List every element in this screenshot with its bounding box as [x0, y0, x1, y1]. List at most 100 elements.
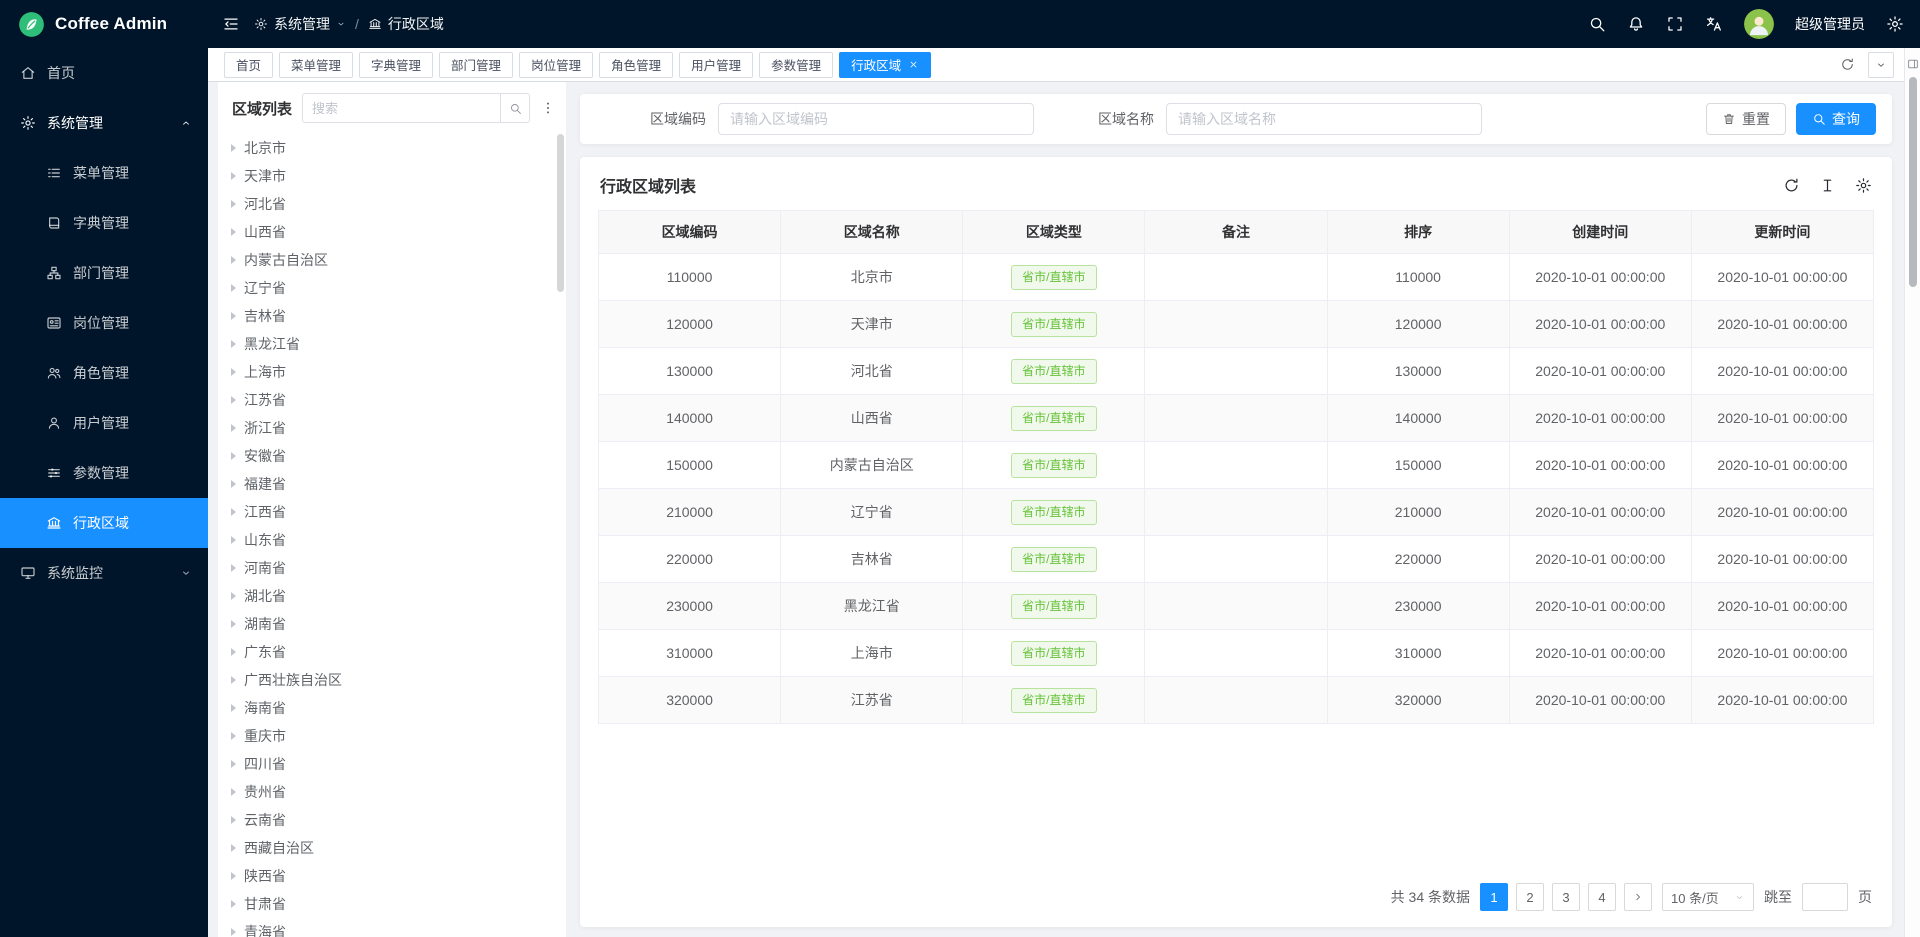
tree-node-0[interactable]: 北京市	[218, 134, 566, 162]
settings-gear-icon[interactable]	[1886, 15, 1904, 33]
sidebar-item-2[interactable]: 系统监控	[0, 548, 208, 598]
sidebar-item-1[interactable]: 系统管理	[0, 98, 208, 148]
tab-actions-dropdown[interactable]	[1868, 52, 1894, 78]
tree-node-28[interactable]: 青海省	[218, 918, 566, 937]
sidebar-item-label: 参数管理	[73, 463, 129, 483]
username[interactable]: 超级管理员	[1795, 14, 1865, 34]
region-code-input[interactable]	[718, 103, 1034, 135]
tree-node-16[interactable]: 湖北省	[218, 582, 566, 610]
page-button-2[interactable]: 2	[1516, 883, 1544, 911]
sidebar-subitem-1-7[interactable]: 行政区域	[0, 498, 208, 548]
tree-node-23[interactable]: 贵州省	[218, 778, 566, 806]
region-name-input[interactable]	[1166, 103, 1482, 135]
tree-node-9[interactable]: 江苏省	[218, 386, 566, 414]
breadcrumb: 系统管理 / 行政区域	[254, 14, 444, 34]
cell-created-at: 2020-10-01 00:00:00	[1509, 442, 1691, 489]
tree-node-20[interactable]: 海南省	[218, 694, 566, 722]
tree-node-4[interactable]: 内蒙古自治区	[218, 246, 566, 274]
tree-node-label: 湖北省	[244, 586, 286, 606]
dots-vertical-icon[interactable]	[540, 100, 556, 116]
tree-node-label: 河北省	[244, 194, 286, 214]
tree-node-8[interactable]: 上海市	[218, 358, 566, 386]
tree-node-26[interactable]: 陕西省	[218, 862, 566, 890]
cell-code: 130000	[599, 348, 781, 395]
cell-name: 北京市	[781, 254, 963, 301]
region-tree-panel: 区域列表 北京市 天津市	[218, 82, 566, 937]
work-area: 区域编码 区域名称 重置 查询	[580, 82, 1904, 937]
tree-node-2[interactable]: 河北省	[218, 190, 566, 218]
page-button-1[interactable]: 1	[1480, 883, 1508, 911]
fullscreen-icon[interactable]	[1666, 15, 1684, 33]
translate-icon[interactable]	[1705, 15, 1723, 33]
next-page-button[interactable]	[1624, 883, 1652, 911]
tree-node-13[interactable]: 江西省	[218, 498, 566, 526]
avatar[interactable]	[1744, 9, 1774, 39]
tab-2[interactable]: 字典管理	[359, 52, 433, 78]
tree-node-5[interactable]: 辽宁省	[218, 274, 566, 302]
density-icon[interactable]	[1819, 177, 1836, 194]
tree-search-button[interactable]	[500, 94, 529, 122]
sidebar-subitem-1-6[interactable]: 参数管理	[0, 448, 208, 498]
tree-node-7[interactable]: 黑龙江省	[218, 330, 566, 358]
tree-node-25[interactable]: 西藏自治区	[218, 834, 566, 862]
tree-node-17[interactable]: 湖南省	[218, 610, 566, 638]
sidebar-item-0[interactable]: 首页	[0, 48, 208, 98]
tree-scrollbar-thumb[interactable]	[557, 134, 564, 292]
breadcrumb-system-management[interactable]: 系统管理	[254, 14, 346, 34]
page-size-select[interactable]: 10 条/页	[1662, 883, 1754, 911]
panel-layout-icon[interactable]	[1906, 57, 1920, 71]
refresh-icon[interactable]	[1783, 177, 1800, 194]
table-row: 230000 黑龙江省 省市/直辖市 230000 2020-10-01 00:…	[599, 583, 1874, 630]
tab-0[interactable]: 首页	[224, 52, 273, 78]
tab-label: 行政区域	[851, 55, 901, 74]
tree-node-18[interactable]: 广东省	[218, 638, 566, 666]
search-icon[interactable]	[1588, 15, 1606, 33]
tree-node-15[interactable]: 河南省	[218, 554, 566, 582]
tree-node-12[interactable]: 福建省	[218, 470, 566, 498]
page-button-4[interactable]: 4	[1588, 883, 1616, 911]
tree-search-input[interactable]	[303, 94, 500, 122]
tab-5[interactable]: 角色管理	[599, 52, 673, 78]
tab-1[interactable]: 菜单管理	[279, 52, 353, 78]
tree-node-21[interactable]: 重庆市	[218, 722, 566, 750]
sidebar-subitem-1-0[interactable]: 菜单管理	[0, 148, 208, 198]
tree-node-3[interactable]: 山西省	[218, 218, 566, 246]
refresh-tabs-icon[interactable]	[1840, 57, 1855, 72]
monitor-icon	[20, 565, 36, 581]
sidebar-subitem-1-4[interactable]: 角色管理	[0, 348, 208, 398]
search-button[interactable]: 查询	[1796, 103, 1876, 135]
bell-icon[interactable]	[1627, 15, 1645, 33]
tab-3[interactable]: 部门管理	[439, 52, 513, 78]
tree-node-10[interactable]: 浙江省	[218, 414, 566, 442]
cell-sort: 220000	[1327, 536, 1509, 583]
sidebar-subitem-1-3[interactable]: 岗位管理	[0, 298, 208, 348]
tree-node-24[interactable]: 云南省	[218, 806, 566, 834]
settings-icon[interactable]	[1855, 177, 1872, 194]
sidebar-subitem-1-1[interactable]: 字典管理	[0, 198, 208, 248]
tab-7[interactable]: 参数管理	[759, 52, 833, 78]
tree-node-label: 辽宁省	[244, 278, 286, 298]
tree-node-6[interactable]: 吉林省	[218, 302, 566, 330]
tree-node-22[interactable]: 四川省	[218, 750, 566, 778]
tree-node-27[interactable]: 甘肃省	[218, 890, 566, 918]
collapse-sidebar-icon[interactable]	[222, 15, 240, 33]
page-scrollbar-thumb[interactable]	[1909, 77, 1917, 287]
tree-node-19[interactable]: 广西壮族自治区	[218, 666, 566, 694]
tab-8[interactable]: 行政区域	[839, 52, 931, 78]
app-logo[interactable]: Coffee Admin	[0, 0, 208, 48]
jump-page-input[interactable]	[1802, 883, 1848, 911]
sidebar-subitem-1-5[interactable]: 用户管理	[0, 398, 208, 448]
tree-node-1[interactable]: 天津市	[218, 162, 566, 190]
table-row: 140000 山西省 省市/直辖市 140000 2020-10-01 00:0…	[599, 395, 1874, 442]
sidebar-subitem-1-2[interactable]: 部门管理	[0, 248, 208, 298]
reset-button[interactable]: 重置	[1706, 103, 1786, 135]
cell-sort: 130000	[1327, 348, 1509, 395]
table-row: 110000 北京市 省市/直辖市 110000 2020-10-01 00:0…	[599, 254, 1874, 301]
close-icon[interactable]	[908, 59, 919, 70]
tab-4[interactable]: 岗位管理	[519, 52, 593, 78]
tree-node-14[interactable]: 山东省	[218, 526, 566, 554]
tree-node-11[interactable]: 安徽省	[218, 442, 566, 470]
cell-name: 天津市	[781, 301, 963, 348]
page-button-3[interactable]: 3	[1552, 883, 1580, 911]
tab-6[interactable]: 用户管理	[679, 52, 753, 78]
